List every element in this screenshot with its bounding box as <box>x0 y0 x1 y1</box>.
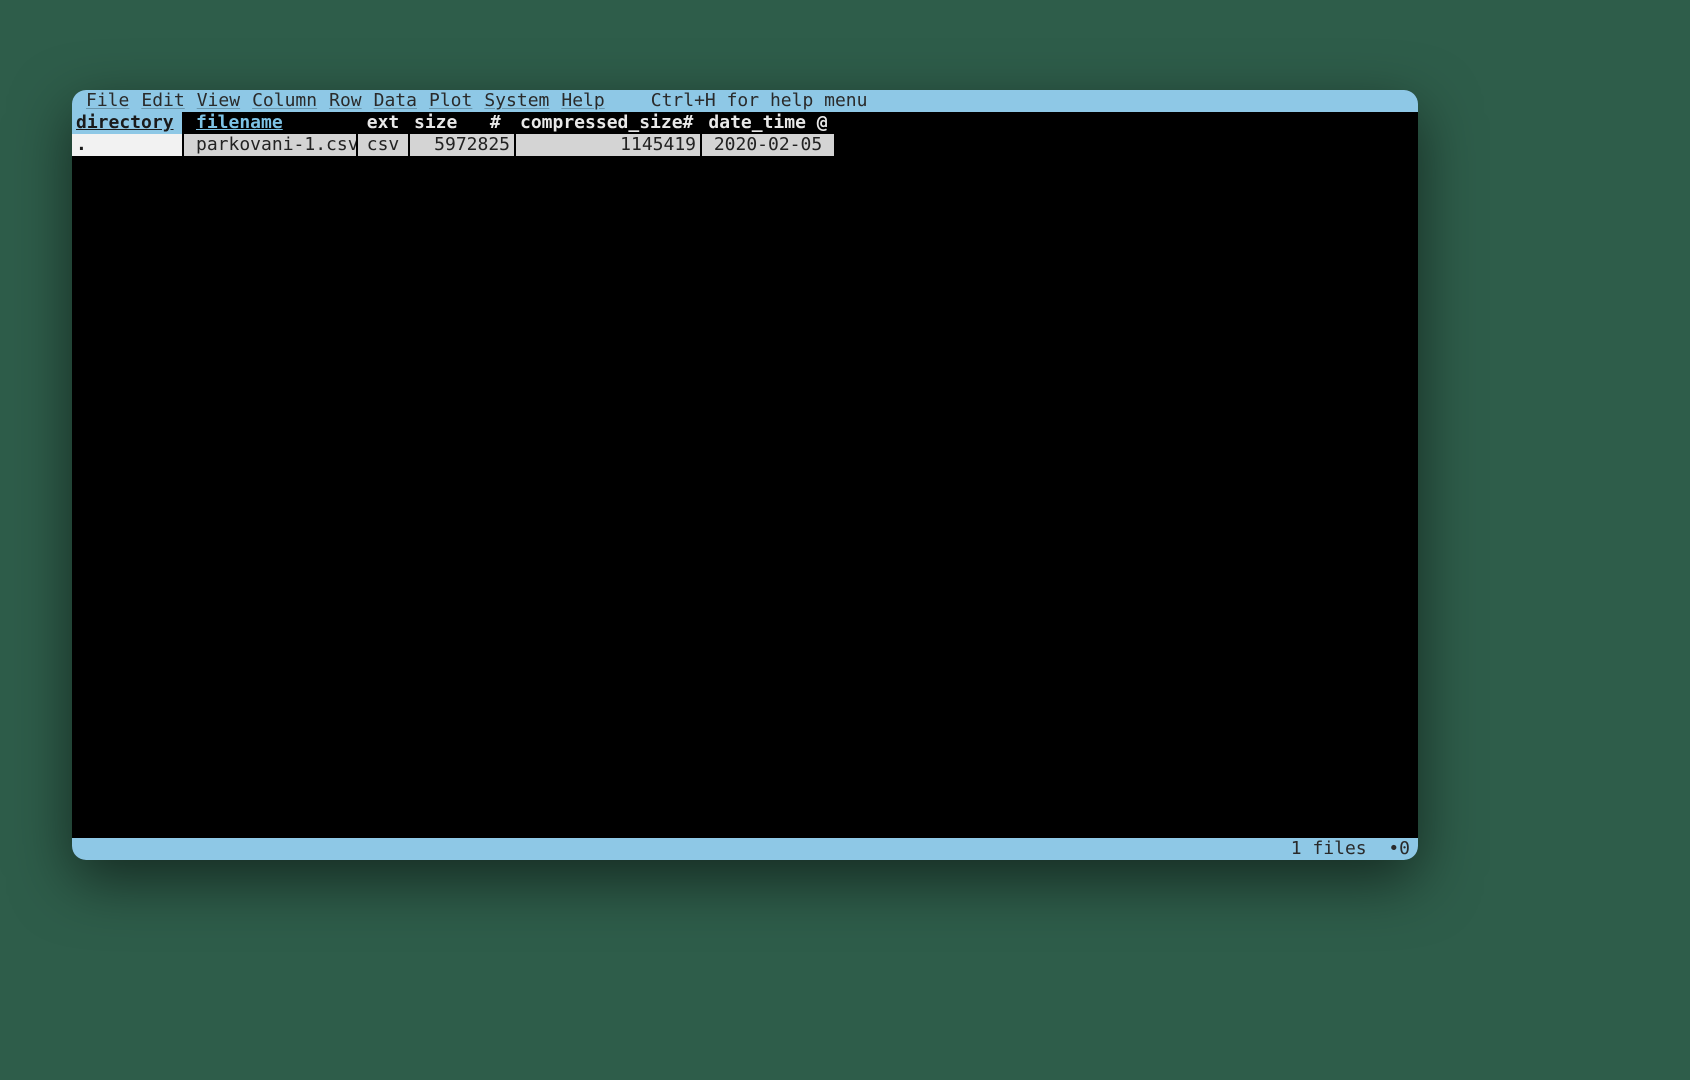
empty-area <box>72 156 1418 838</box>
status-middle: | saul.pw/VisiData v2.10.2 | opening par… <box>280 838 694 860</box>
menu-view[interactable]: View <box>191 90 246 112</box>
menu-row[interactable]: Row <box>323 90 368 112</box>
menu-column[interactable]: Column <box>246 90 323 112</box>
cell-filename[interactable]: parkovani-1.csv <box>184 134 358 156</box>
cell-date-time[interactable]: 2020-02-05 <box>702 134 836 156</box>
column-header-row: directory filename ext size # compressed… <box>72 112 1418 134</box>
menu-help[interactable]: Help <box>555 90 610 112</box>
cell-directory[interactable]: . <box>72 134 184 156</box>
menu-edit[interactable]: Edit <box>135 90 190 112</box>
cell-ext[interactable]: csv <box>358 134 410 156</box>
table-row[interactable]: . parkovani-1.csv csv 5972825 1145419 20… <box>72 134 1418 156</box>
menu-system[interactable]: System <box>478 90 555 112</box>
cell-size[interactable]: 5972825 <box>410 134 516 156</box>
cell-compressed-size[interactable]: 1145419 <box>516 134 702 156</box>
status-left: 1› parkovani.csv <box>74 838 280 860</box>
status-bar: 1› parkovani.csv | saul.pw/VisiData v2.1… <box>72 838 1418 860</box>
header-date-time[interactable]: date_time @ <box>702 112 836 134</box>
menu-data[interactable]: Data <box>368 90 423 112</box>
header-compressed-size[interactable]: compressed_size# <box>516 112 702 134</box>
menu-bar: File Edit View Column Row Data Plot Syst… <box>72 90 1418 112</box>
menu-file[interactable]: File <box>80 90 135 112</box>
header-ext[interactable]: ext <box>358 112 410 134</box>
header-directory[interactable]: directory <box>72 112 184 134</box>
menu-plot[interactable]: Plot <box>423 90 478 112</box>
terminal-window: File Edit View Column Row Data Plot Syst… <box>72 90 1418 860</box>
status-right: 1 files •0 <box>1291 838 1418 860</box>
header-size[interactable]: size # <box>410 112 516 134</box>
header-filename[interactable]: filename <box>184 112 358 134</box>
help-hint: Ctrl+H for help menu <box>651 90 868 112</box>
